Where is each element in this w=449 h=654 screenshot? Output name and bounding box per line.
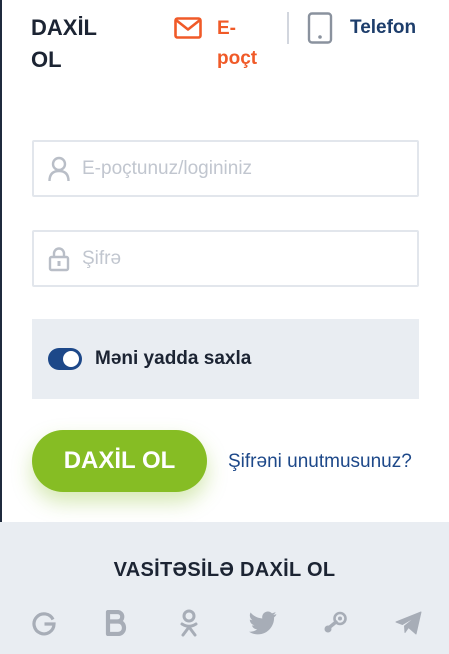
envelope-icon (174, 17, 202, 39)
tab-email[interactable]: E-poçt (174, 14, 267, 74)
telegram-icon[interactable] (394, 608, 424, 638)
remember-me-label: Məni yadda saxla (95, 348, 252, 369)
remember-me-row: Məni yadda saxla (32, 319, 419, 399)
login-input[interactable] (82, 157, 382, 180)
b-icon[interactable] (102, 608, 132, 638)
odnoklassniki-icon[interactable] (174, 608, 204, 638)
forgot-password-link[interactable]: Şifrəni unutmusunuz? (228, 451, 412, 473)
phone-icon (307, 12, 333, 44)
steam-icon[interactable] (320, 608, 350, 638)
password-input[interactable] (82, 247, 382, 270)
lock-icon (48, 246, 70, 271)
toggle-knob (63, 351, 79, 367)
tab-phone-label: Telefon (350, 17, 417, 38)
remember-me-toggle[interactable] (48, 348, 82, 370)
login-button[interactable]: DAXİL OL (32, 430, 207, 492)
tab-phone[interactable]: Telefon (307, 12, 416, 44)
login-field[interactable] (32, 140, 419, 197)
user-icon (48, 156, 70, 181)
social-login-panel: VASİTƏSİLƏ DAXİL OL (0, 522, 449, 654)
page-title: DAXİL OL (31, 15, 97, 72)
password-field[interactable] (32, 230, 419, 287)
social-login-heading: VASİTƏSİLƏ DAXİL OL (113, 559, 336, 581)
google-icon[interactable] (29, 608, 59, 638)
tab-divider (287, 12, 289, 44)
twitter-icon[interactable] (248, 608, 278, 638)
tab-email-label: E-poçt (217, 18, 258, 69)
